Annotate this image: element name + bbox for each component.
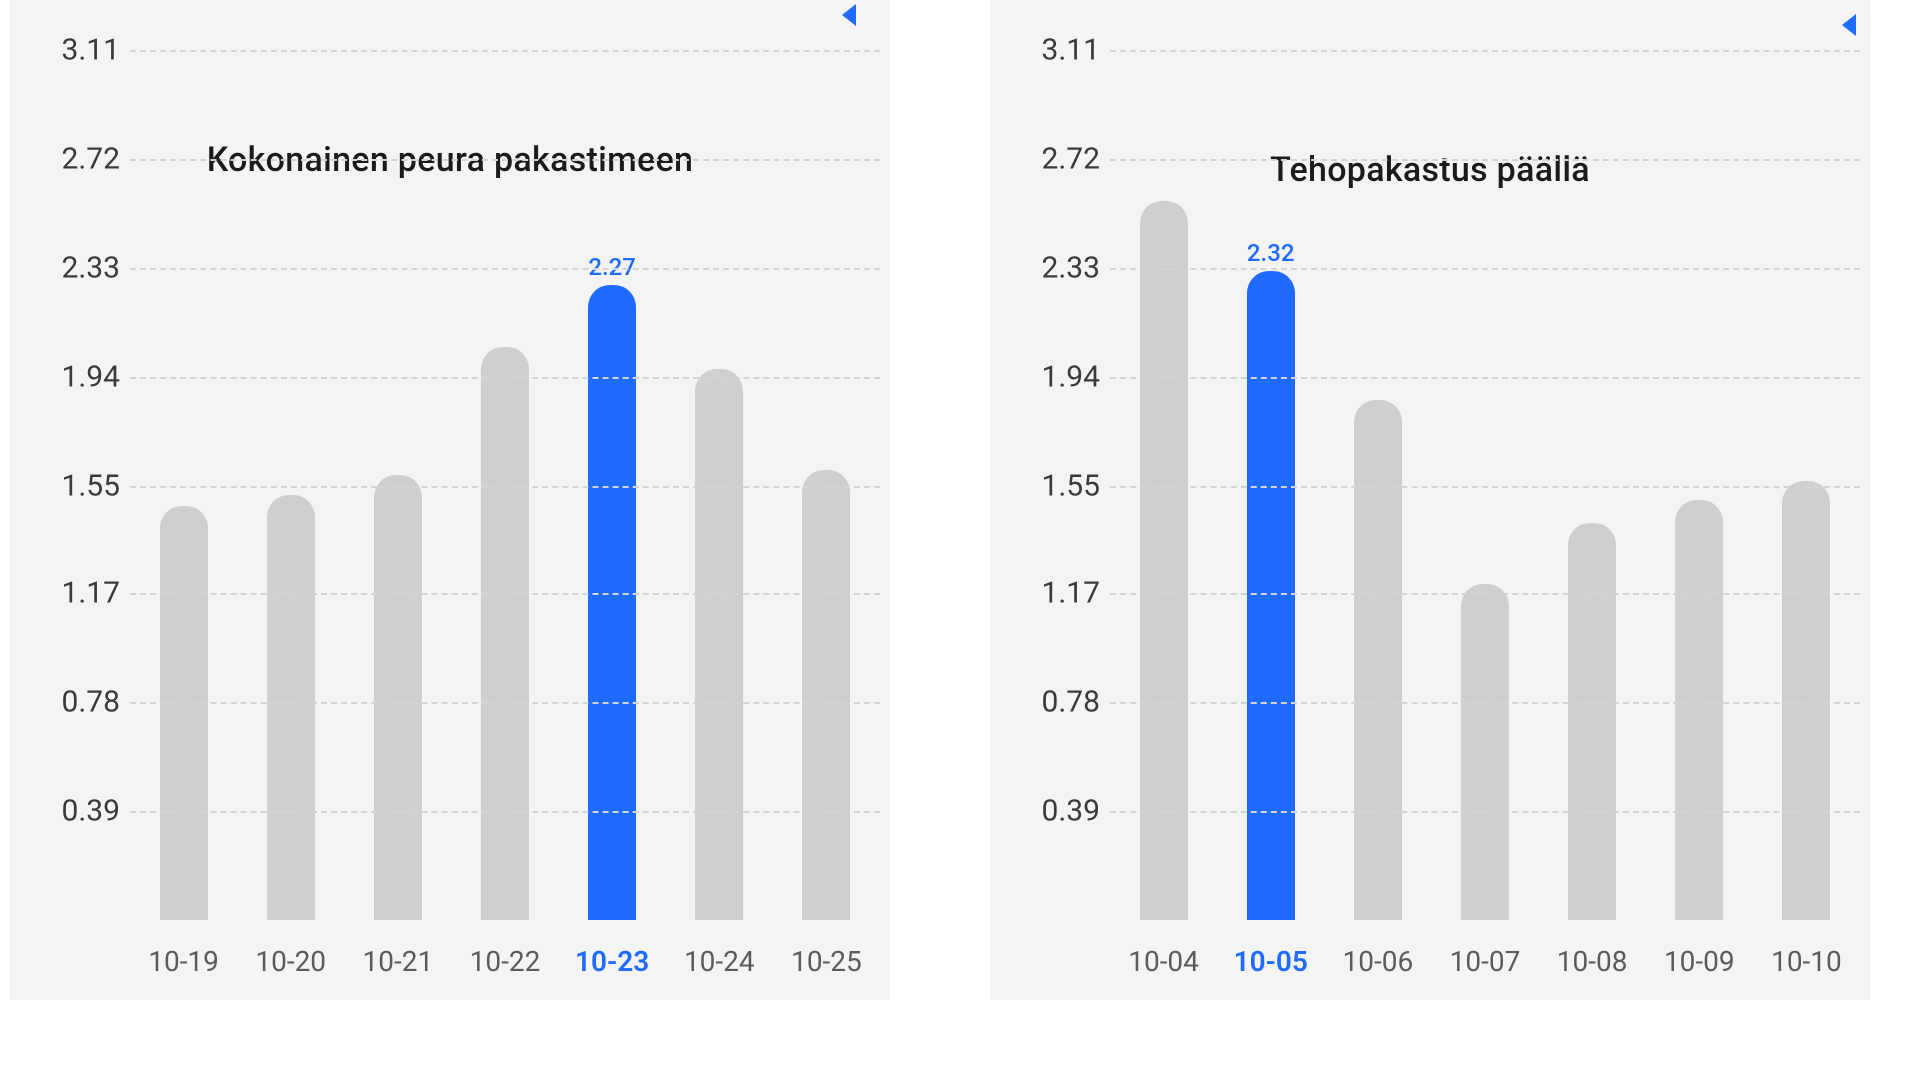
- x-tick-label: 10-09: [1664, 945, 1735, 978]
- grid-line: [130, 702, 880, 704]
- x-tick-label: 10-24: [684, 945, 755, 978]
- y-tick-label: 1.94: [40, 360, 120, 395]
- bar-value-label: 2.27: [588, 253, 636, 281]
- y-tick-label: 3.11: [1020, 33, 1100, 68]
- back-caret-icon[interactable]: [1842, 14, 1856, 36]
- grid-line: [130, 377, 880, 379]
- y-tick-label: 0.39: [1020, 793, 1100, 828]
- bar[interactable]: [374, 475, 422, 920]
- x-tick-label: 10-21: [363, 945, 434, 978]
- back-caret-icon[interactable]: [842, 4, 856, 26]
- grid-line: [130, 159, 880, 161]
- x-tick-label: 10-07: [1450, 945, 1521, 978]
- y-tick-label: 1.55: [1020, 469, 1100, 504]
- bar-value-label: 2.32: [1247, 239, 1295, 267]
- bar[interactable]: [1354, 400, 1402, 920]
- x-tick-label: 10-25: [791, 945, 862, 978]
- bar-highlighted[interactable]: 2.27: [588, 285, 636, 920]
- y-tick-label: 1.17: [1020, 575, 1100, 610]
- bar[interactable]: [481, 347, 529, 920]
- y-tick-label: 0.78: [40, 684, 120, 719]
- chart-panel-right: Tehopakastus päällä 2.32 3.112.722.331.9…: [990, 0, 1870, 1000]
- plot-area: 2.27 3.112.722.331.941.551.170.780.3910-…: [130, 50, 880, 920]
- grid-line: [1110, 593, 1860, 595]
- bar[interactable]: [1568, 523, 1616, 920]
- y-tick-label: 3.11: [40, 33, 120, 68]
- x-tick-label: 10-04: [1128, 945, 1199, 978]
- bars-container: 2.27: [130, 50, 880, 920]
- grid-line: [130, 268, 880, 270]
- bar[interactable]: [267, 495, 315, 920]
- bar-highlighted[interactable]: 2.32: [1247, 271, 1295, 920]
- x-tick-label: 10-06: [1343, 945, 1414, 978]
- bar[interactable]: [1782, 481, 1830, 920]
- bars-container: 2.32: [1110, 50, 1860, 920]
- x-tick-label: 10-20: [255, 945, 326, 978]
- y-tick-label: 1.55: [40, 469, 120, 504]
- y-tick-label: 0.39: [40, 793, 120, 828]
- x-tick-label: 10-05: [1234, 945, 1308, 978]
- plot-area: 2.32 3.112.722.331.941.551.170.780.3910-…: [1110, 50, 1860, 920]
- grid-line: [130, 593, 880, 595]
- y-tick-label: 2.72: [1020, 142, 1100, 177]
- grid-line: [1110, 811, 1860, 813]
- chart-panel-left: Kokonainen peura pakastimeen 2.27 3.112.…: [10, 0, 890, 1000]
- grid-line: [1110, 50, 1860, 52]
- grid-line: [1110, 159, 1860, 161]
- grid-line: [130, 811, 880, 813]
- grid-line: [1110, 486, 1860, 488]
- y-tick-label: 2.33: [1020, 251, 1100, 286]
- y-tick-label: 2.33: [40, 251, 120, 286]
- grid-line: [130, 486, 880, 488]
- bar[interactable]: [1461, 584, 1509, 920]
- grid-line: [130, 50, 880, 52]
- x-tick-label: 10-23: [575, 945, 649, 978]
- y-tick-label: 2.72: [40, 142, 120, 177]
- grid-line: [1110, 702, 1860, 704]
- bar[interactable]: [1675, 500, 1723, 920]
- x-tick-label: 10-19: [148, 945, 219, 978]
- bar[interactable]: [802, 470, 850, 920]
- grid-line: [1110, 377, 1860, 379]
- y-tick-label: 1.17: [40, 575, 120, 610]
- bar[interactable]: [695, 369, 743, 920]
- bar[interactable]: [160, 506, 208, 920]
- y-tick-label: 0.78: [1020, 684, 1100, 719]
- x-tick-label: 10-10: [1771, 945, 1842, 978]
- x-tick-label: 10-08: [1557, 945, 1628, 978]
- x-tick-label: 10-22: [470, 945, 541, 978]
- y-tick-label: 1.94: [1020, 360, 1100, 395]
- grid-line: [1110, 268, 1860, 270]
